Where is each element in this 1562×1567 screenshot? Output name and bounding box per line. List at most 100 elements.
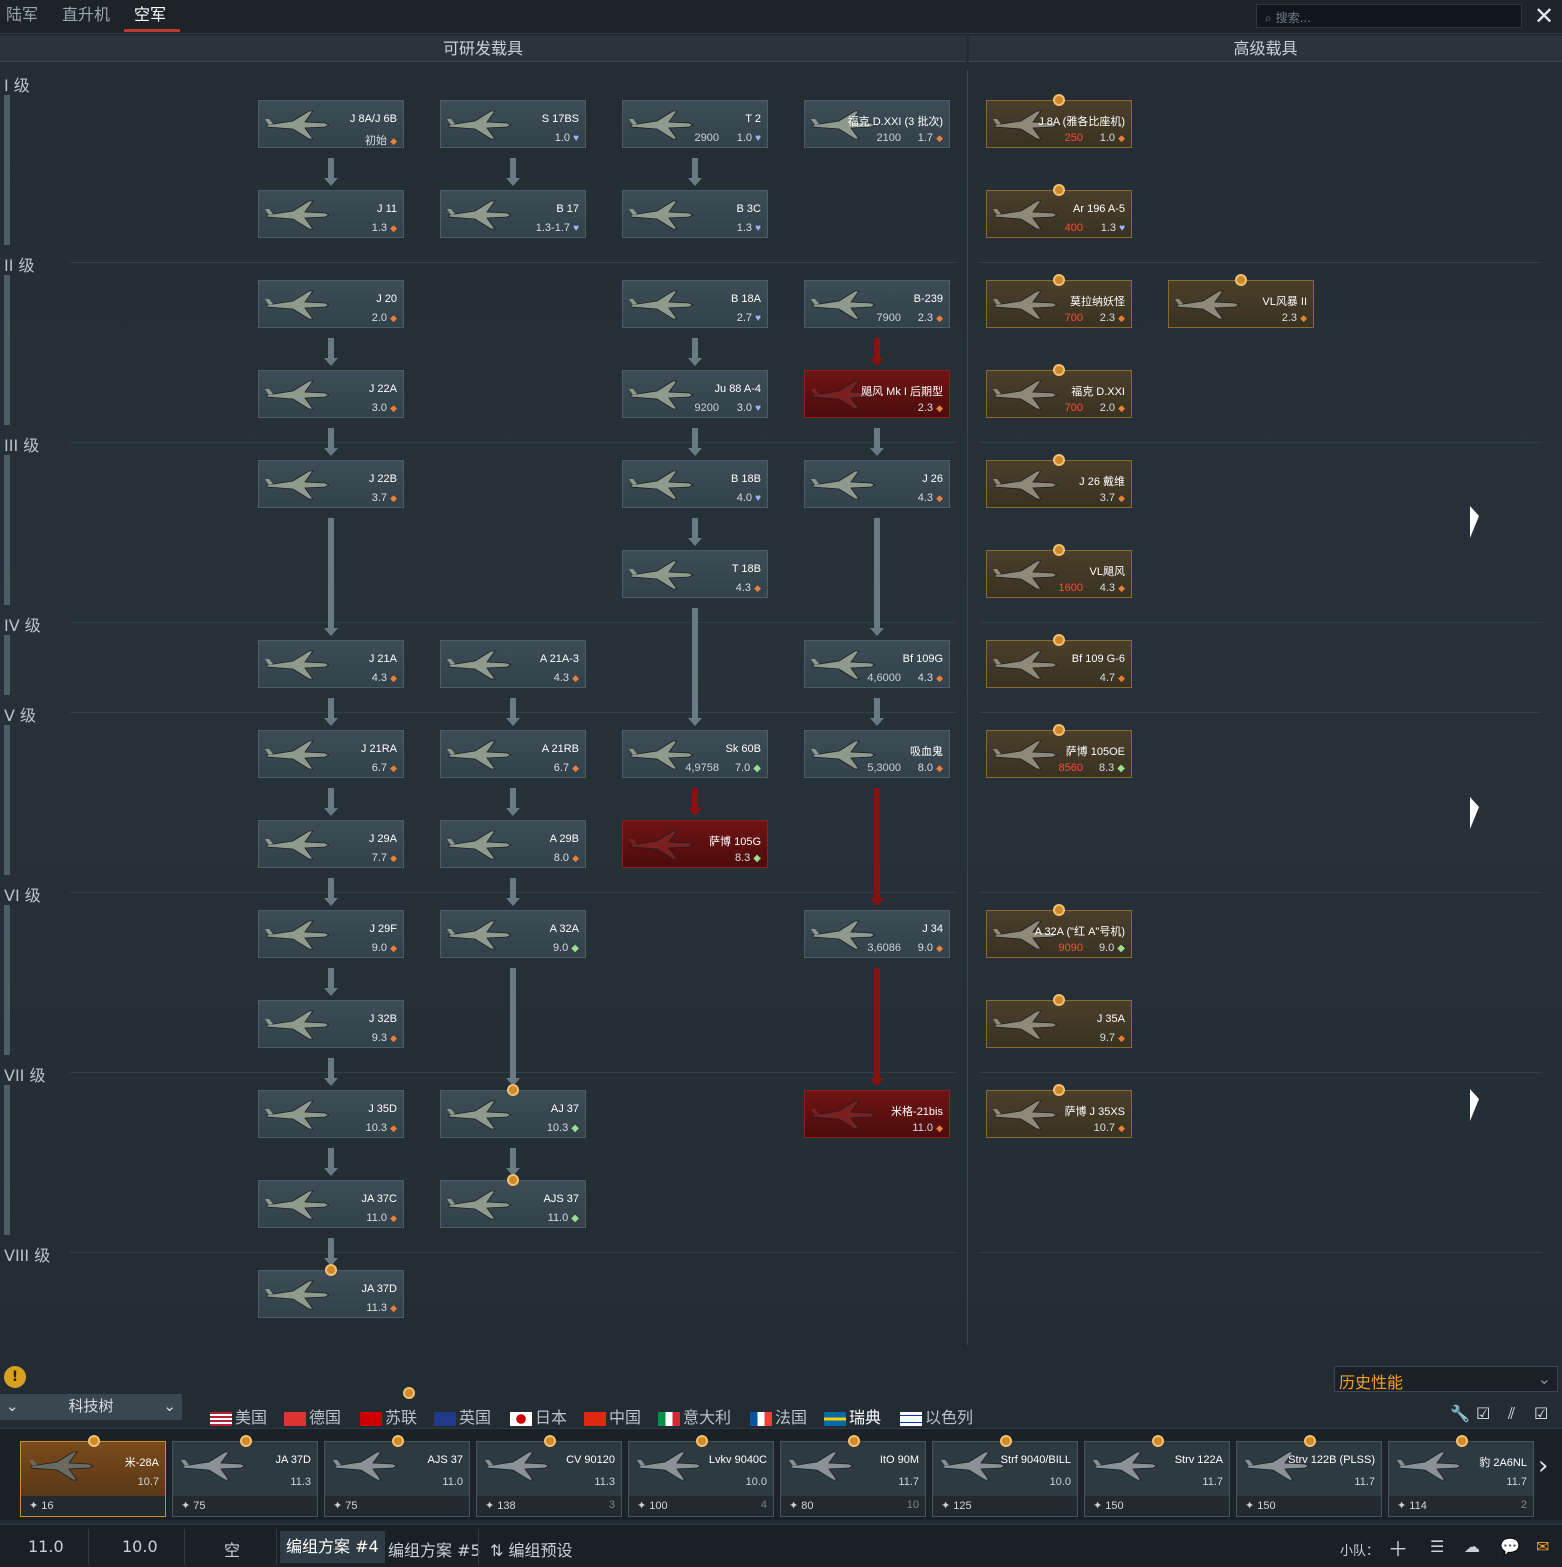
- tab-nation-germany[interactable]: 德国: [284, 1404, 341, 1428]
- search-input[interactable]: ⌕ 搜索...: [1256, 4, 1522, 28]
- aircraft-icon: [809, 467, 877, 503]
- vehicle-card[interactable]: J 35D 10.3 ◆: [258, 1090, 404, 1138]
- lineup-slot[interactable]: CV 90120 11.3 ✦ 138 3: [476, 1441, 622, 1517]
- vehicle-card[interactable]: J 21RA 6.7 ◆: [258, 730, 404, 778]
- vehicle-card[interactable]: A 21A-3 4.3 ◆: [440, 640, 586, 688]
- tab-nation-usa[interactable]: 美国: [210, 1404, 267, 1428]
- vehicle-card[interactable]: J 22B 3.7 ◆: [258, 460, 404, 508]
- tab-helicopters[interactable]: 直升机: [62, 4, 110, 32]
- vehicle-card[interactable]: J 8A (雅各比座机) 250 1.0 ◆: [986, 100, 1132, 148]
- aircraft-icon: [809, 287, 877, 323]
- checkbox-icon[interactable]: ☑: [1476, 1404, 1490, 1423]
- tab-nation-uk[interactable]: 英国: [434, 1404, 491, 1428]
- tech-tree-tab[interactable]: ⌄ 科技树 ⌄: [0, 1394, 182, 1420]
- vehicle-card[interactable]: 萨博 105OE 8560 8.3 ◆: [986, 730, 1132, 778]
- vehicle-card[interactable]: AJ 37 10.3 ◆: [440, 1090, 586, 1138]
- warning-icon[interactable]: !: [4, 1366, 26, 1388]
- vehicle-card[interactable]: J 26 4.3 ◆: [804, 460, 950, 508]
- vehicle-card[interactable]: B 18A 2.7 ♥: [622, 280, 768, 328]
- vehicle-card[interactable]: J 8A/J 6B 初始 ◆: [258, 100, 404, 148]
- tab-nation-italy[interactable]: 意大利: [658, 1404, 731, 1428]
- tab-nation-japan[interactable]: 日本: [510, 1404, 567, 1428]
- lineup-slot[interactable]: JA 37D 11.3 ✦ 75: [172, 1441, 318, 1517]
- vehicle-card[interactable]: Bf 109 G-6 4.7 ◆: [986, 640, 1132, 688]
- vehicle-card[interactable]: J 29A 7.7 ◆: [258, 820, 404, 868]
- wrench-icon[interactable]: 🔧: [1450, 1404, 1470, 1423]
- vehicle-card[interactable]: 米格-21bis 11.0 ◆: [804, 1090, 950, 1138]
- vehicle-card[interactable]: 萨博 105G 8.3 ◆: [622, 820, 768, 868]
- vehicle-card[interactable]: J 21A 4.3 ◆: [258, 640, 404, 688]
- vehicle-card[interactable]: JA 37D 11.3 ◆: [258, 1270, 404, 1318]
- friends-icon[interactable]: ☁: [1464, 1537, 1480, 1556]
- vehicle-card[interactable]: A 29B 8.0 ◆: [440, 820, 586, 868]
- vehicle-card[interactable]: Ju 88 A-4 9200 3.0 ♥: [622, 370, 768, 418]
- vehicle-card[interactable]: A 21RB 6.7 ◆: [440, 730, 586, 778]
- br-indicator[interactable]: 10.0: [122, 1537, 158, 1556]
- vehicle-card[interactable]: T 18B 4.3 ◆: [622, 550, 768, 598]
- vehicle-card[interactable]: J 22A 3.0 ◆: [258, 370, 404, 418]
- vehicle-card[interactable]: B 18B 4.0 ♥: [622, 460, 768, 508]
- preset-5-tab[interactable]: 编组方案 #5: [388, 1537, 481, 1561]
- lineup-slot[interactable]: 米-28A 10.7 ✦ 16: [20, 1441, 166, 1517]
- vehicle-card[interactable]: J 11 1.3 ◆: [258, 190, 404, 238]
- lineup-slot[interactable]: Strv 122B (PLSS) 11.7 ✦ 150: [1236, 1441, 1382, 1517]
- vehicle-card[interactable]: S 17BS 1.0 ♥: [440, 100, 586, 148]
- tab-nation-france[interactable]: 法国: [750, 1404, 807, 1428]
- vehicle-card[interactable]: VL飓风 1600 4.3 ◆: [986, 550, 1132, 598]
- tab-nation-sweden[interactable]: 瑞典: [824, 1404, 882, 1430]
- chevron-right-icon[interactable]: ›: [1538, 1440, 1558, 1492]
- uk-flag-icon: [434, 1411, 456, 1426]
- checkbox-icon[interactable]: ☑: [1534, 1404, 1548, 1423]
- vehicle-card[interactable]: B-239 7900 2.3 ◆: [804, 280, 950, 328]
- battle-rating: 11.0: [442, 1476, 463, 1488]
- vehicle-card[interactable]: J 34 3,6086 9.0 ◆: [804, 910, 950, 958]
- lineup-slot[interactable]: 豹 2A6NL 11.7 ✦ 114 2: [1388, 1441, 1534, 1517]
- vehicle-card[interactable]: 吸血鬼 5,3000 8.0 ◆: [804, 730, 950, 778]
- vehicle-card[interactable]: Bf 109G 4,6000 4.3 ◆: [804, 640, 950, 688]
- lineup-slot[interactable]: Lvkv 9040C 10.0 ✦ 100 4: [628, 1441, 774, 1517]
- vehicle-card[interactable]: 飓风 Mk I 后期型 2.3 ◆: [804, 370, 950, 418]
- tab-nation-china[interactable]: 中国: [584, 1404, 641, 1428]
- lineup-slot[interactable]: ItO 90M 11.7 ✦ 80 10: [780, 1441, 926, 1517]
- vehicle-card[interactable]: AJS 37 11.0 ◆: [440, 1180, 586, 1228]
- close-icon[interactable]: ✕: [1530, 3, 1558, 29]
- chat-icon[interactable]: 💬: [1500, 1537, 1520, 1556]
- aircraft-icon: [263, 197, 331, 233]
- list-icon[interactable]: ☰: [1430, 1537, 1444, 1556]
- vehicle-card[interactable]: J 32B 9.3 ◆: [258, 1000, 404, 1048]
- tab-nation-ussr[interactable]: 苏联: [360, 1404, 417, 1428]
- lineup-slot[interactable]: Strv 122A 11.7 ✦ 150: [1084, 1441, 1230, 1517]
- tab-aviation[interactable]: 空军: [124, 4, 180, 32]
- add-squad-icon[interactable]: ＋: [1388, 1533, 1408, 1562]
- vehicle-card[interactable]: J 26 戴维 3.7 ◆: [986, 460, 1132, 508]
- vehicle-card[interactable]: B 3C 1.3 ♥: [622, 190, 768, 238]
- nation-label: 德国: [309, 1408, 342, 1427]
- vehicle-card[interactable]: Ar 196 A-5 400 1.3 ♥: [986, 190, 1132, 238]
- vehicle-card[interactable]: 福克 D.XXI (3 批次) 2100 1.7 ◆: [804, 100, 950, 148]
- mail-icon[interactable]: ✉: [1536, 1537, 1549, 1556]
- vehicle-card[interactable]: 萨博 J 35XS 10.7 ◆: [986, 1090, 1132, 1138]
- vehicle-card[interactable]: A 32A ("红 A"号机) 9090 9.0 ◆: [986, 910, 1132, 958]
- vehicle-card[interactable]: JA 37C 11.0 ◆: [258, 1180, 404, 1228]
- br-indicator[interactable]: 11.0: [28, 1537, 64, 1556]
- vehicle-card[interactable]: T 2 2900 1.0 ♥: [622, 100, 768, 148]
- vehicle-card[interactable]: 莫拉纳妖怪 700 2.3 ◆: [986, 280, 1132, 328]
- presets-button[interactable]: ⇅ 编组预设: [490, 1537, 573, 1561]
- filter-icon[interactable]: ⫽: [1508, 1404, 1515, 1424]
- empty-slot[interactable]: 空: [224, 1537, 240, 1561]
- game-mode-select[interactable]: 历史性能 ⌄: [1334, 1366, 1558, 1392]
- lineup-slot[interactable]: AJS 37 11.0 ✦ 75: [324, 1441, 470, 1517]
- squadron-badge-icon: [1053, 454, 1065, 466]
- vehicle-card[interactable]: VL风暴 II 2.3 ◆: [1168, 280, 1314, 328]
- vehicle-card[interactable]: B 17 1.3-1.7 ♥: [440, 190, 586, 238]
- vehicle-card[interactable]: Sk 60B 4,9758 7.0 ◆: [622, 730, 768, 778]
- vehicle-card[interactable]: A 32A 9.0 ◆: [440, 910, 586, 958]
- vehicle-card[interactable]: 福克 D.XXI 700 2.0 ◆: [986, 370, 1132, 418]
- preset-4-tab[interactable]: 编组方案 #4: [280, 1531, 385, 1563]
- vehicle-card[interactable]: J 35A 9.7 ◆: [986, 1000, 1132, 1048]
- tab-nation-israel[interactable]: 以色列: [900, 1404, 973, 1428]
- tab-ground[interactable]: 陆军: [6, 4, 38, 32]
- vehicle-card[interactable]: J 29F 9.0 ◆: [258, 910, 404, 958]
- lineup-slot[interactable]: Strf 9040/BILL 10.0 ✦ 125: [932, 1441, 1078, 1517]
- vehicle-card[interactable]: J 20 2.0 ◆: [258, 280, 404, 328]
